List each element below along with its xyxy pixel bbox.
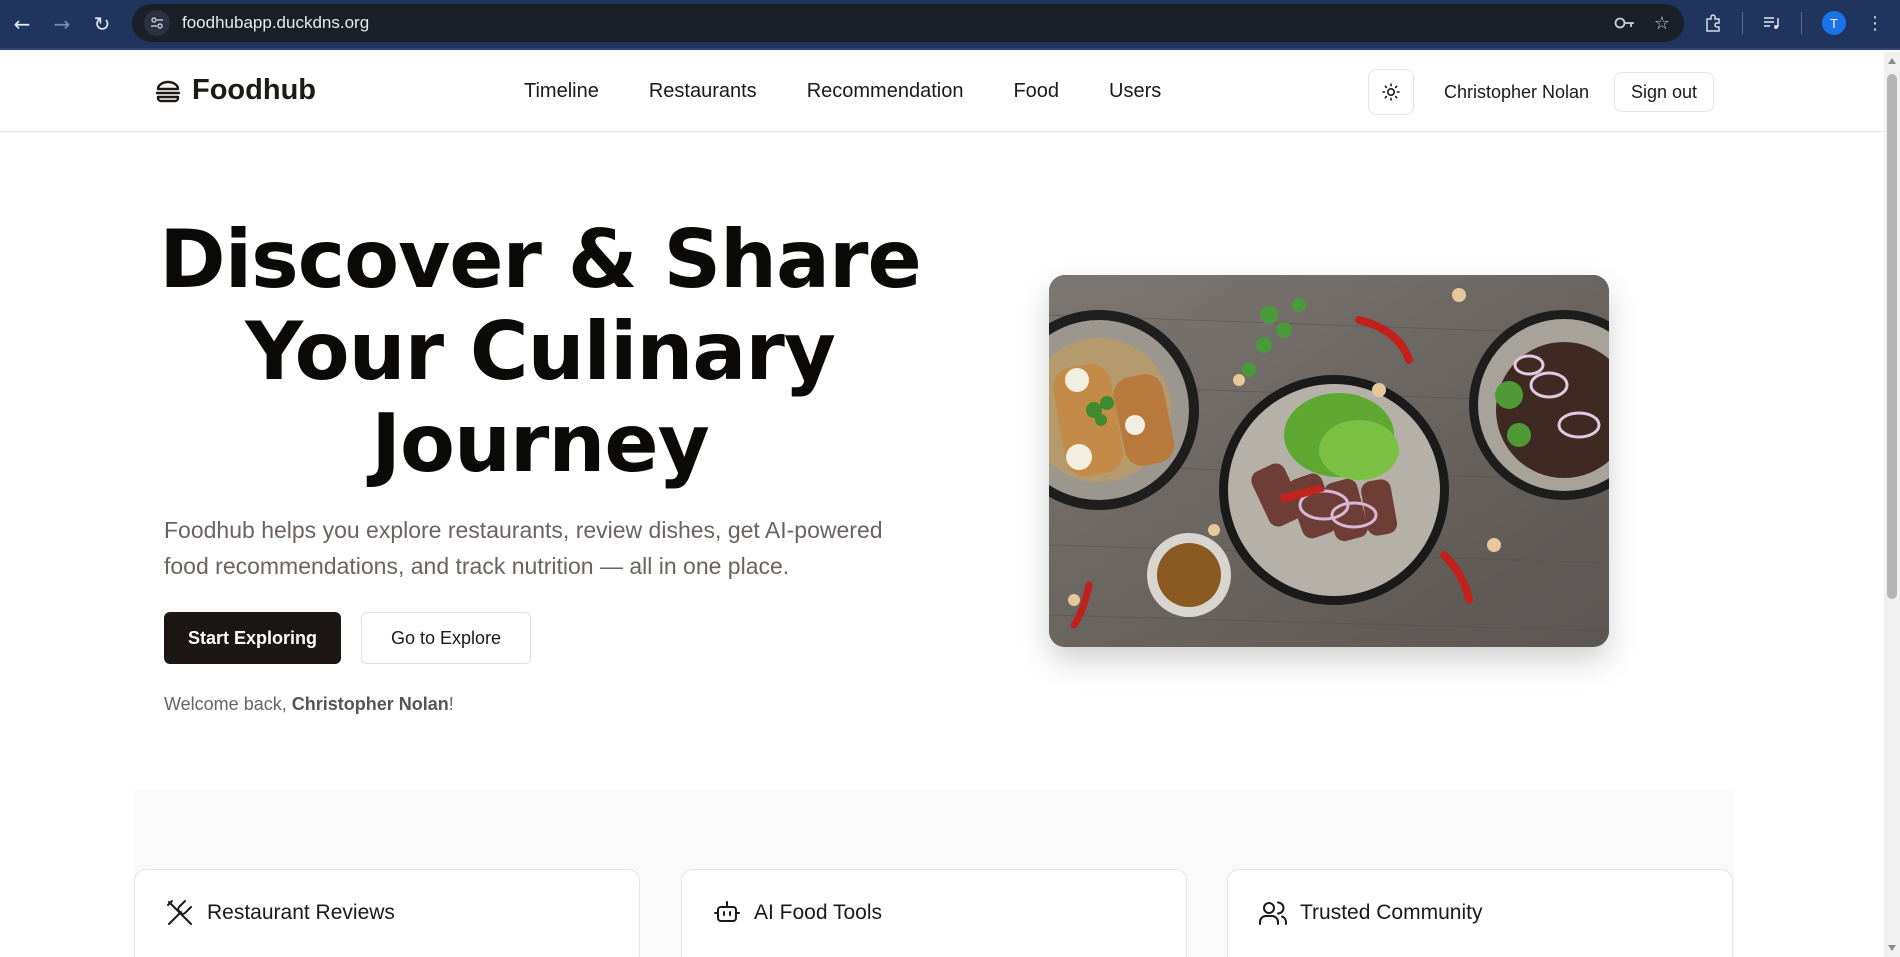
address-bar[interactable]: foodhubapp.duckdns.org ☆	[132, 4, 1684, 42]
scroll-up-arrow-icon[interactable]	[1888, 58, 1896, 64]
kebab-menu-icon[interactable]: ⋮	[1866, 13, 1884, 34]
browser-actions: T ⋮	[1704, 0, 1900, 46]
feature-card-restaurant-reviews: Restaurant Reviews	[134, 869, 640, 957]
extensions-icon[interactable]	[1704, 14, 1722, 32]
hero-food-image	[1049, 275, 1609, 647]
hero-description: Foodhub helps you explore restaurants, r…	[164, 517, 883, 579]
current-user-name[interactable]: Christopher Nolan	[1444, 82, 1589, 103]
feature-title: AI Food Tools	[754, 901, 883, 924]
feature-card-ai-food-tools: AI Food Tools	[681, 869, 1187, 957]
welcome-prefix: Welcome back,	[164, 694, 292, 714]
utensils-crossed-icon	[167, 900, 192, 925]
sun-icon	[1382, 83, 1400, 101]
site-info-icon[interactable]	[144, 10, 170, 36]
feature-title: Trusted Community	[1300, 901, 1483, 924]
page-scrollbar[interactable]	[1884, 52, 1900, 957]
sign-out-button[interactable]: Sign out	[1614, 72, 1714, 112]
brand-name: Foodhub	[192, 74, 317, 106]
welcome-message: Welcome back, Christopher Nolan!	[164, 694, 454, 715]
bot-icon	[714, 901, 740, 922]
profile-avatar[interactable]: T	[1822, 11, 1846, 35]
hero-title: Discover & Share Your Culinary Journey	[150, 214, 930, 490]
media-queue-icon[interactable]	[1763, 16, 1781, 30]
nav-link-restaurants[interactable]: Restaurants	[649, 80, 757, 103]
scrollbar-thumb[interactable]	[1887, 74, 1897, 599]
nav-link-recommendation[interactable]: Recommendation	[807, 80, 964, 103]
nav-link-food[interactable]: Food	[1013, 80, 1059, 103]
users-icon	[1259, 901, 1287, 925]
bookmark-star-icon[interactable]: ☆	[1654, 13, 1670, 34]
hero-title-line-1: Discover & Share	[159, 213, 921, 306]
theme-toggle-button[interactable]	[1368, 69, 1414, 115]
hero-title-line-2: Your Culinary	[245, 305, 836, 398]
reload-icon[interactable]: ↻	[84, 6, 120, 42]
start-exploring-button[interactable]: Start Exploring	[164, 612, 341, 664]
browser-toolbar: ← → ↻ foodhubapp.duckdns.org ☆ T ⋮	[0, 0, 1900, 50]
nav-link-users[interactable]: Users	[1109, 80, 1161, 103]
welcome-user-name: Christopher Nolan	[291, 694, 449, 714]
brand-logo[interactable]: Foodhub	[154, 74, 316, 107]
feature-title: Restaurant Reviews	[207, 901, 395, 924]
page-viewport: Foodhub Timeline Restaurants Recommendat…	[0, 52, 1884, 957]
toolbar-divider	[1742, 12, 1743, 34]
main-nav: Timeline Restaurants Recommendation Food…	[524, 80, 1161, 103]
scroll-down-arrow-icon[interactable]	[1888, 945, 1896, 951]
feature-card-trusted-community: Trusted Community	[1227, 869, 1733, 957]
nav-link-timeline[interactable]: Timeline	[524, 80, 599, 103]
password-key-icon[interactable]	[1614, 16, 1636, 30]
welcome-suffix: !	[448, 694, 454, 714]
toolbar-divider	[1801, 12, 1802, 34]
forward-arrow-icon[interactable]: →	[44, 6, 80, 42]
hero-title-line-3: Journey	[371, 397, 709, 490]
site-header: Foodhub Timeline Restaurants Recommendat…	[0, 52, 1884, 132]
burger-icon	[155, 80, 181, 102]
back-arrow-icon[interactable]: ←	[4, 6, 40, 42]
go-to-explore-button[interactable]: Go to Explore	[361, 612, 531, 664]
url-text[interactable]: foodhubapp.duckdns.org	[182, 13, 1596, 33]
